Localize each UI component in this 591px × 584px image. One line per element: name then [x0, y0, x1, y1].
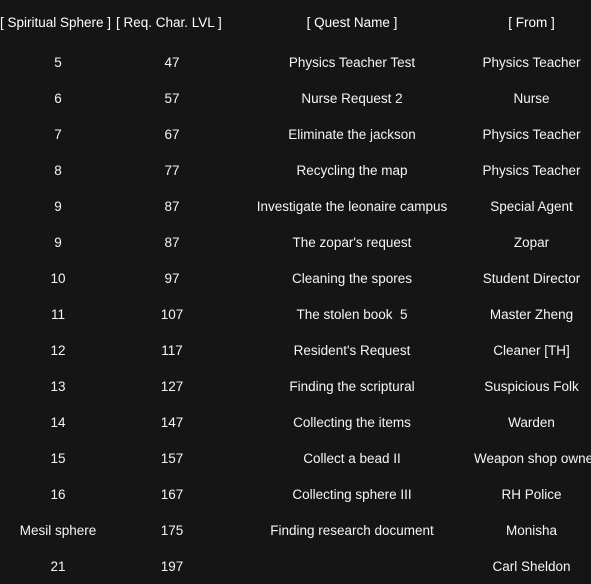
table-row: 10 97 Cleaning the spores Student Director — [0, 260, 591, 296]
cell-quest-name: Resident's Request — [293, 342, 411, 358]
table-row: 7 67 Eliminate the jackson Physics Teacher — [0, 116, 591, 152]
cell-spiritual-sphere: 8 — [54, 162, 62, 178]
cell-req-char-lvl: 77 — [164, 162, 180, 178]
column-header-quest-name: [ Quest Name ] — [306, 14, 398, 30]
cell-from-label: Physics Teacher — [482, 162, 581, 178]
cell-req-char-lvl: 67 — [164, 126, 180, 142]
table-row: 11 107 The stolen book 5 Master Zheng — [0, 296, 591, 332]
cell-from-label: Special Agent — [490, 198, 573, 214]
cell-from: Weapon shop owner — [474, 440, 591, 476]
column-header-from-label: [ From ] — [508, 14, 555, 30]
table-row: 5 47 Physics Teacher Test Physics Teacher — [0, 44, 591, 80]
cell-quest-name: Collecting the items — [293, 414, 411, 430]
cell-spiritual-sphere: Mesil sphere — [19, 522, 97, 538]
cell-req-char-lvl: 87 — [164, 198, 180, 214]
cell-from-label: Warden — [508, 414, 555, 430]
cell-from-label: Nurse — [513, 90, 550, 106]
cell-req-char-lvl: 87 — [164, 234, 180, 250]
cell-spiritual-sphere: 16 — [50, 486, 66, 502]
cell-req-char-lvl: 127 — [160, 378, 184, 394]
cell-req-char-lvl: 167 — [160, 486, 184, 502]
cell-quest-name: Cleaning the spores — [291, 270, 413, 286]
table-row: 13 127 Finding the scriptural Suspicious Fo… — [0, 368, 591, 404]
cell-from-label: Physics Teacher — [482, 54, 581, 70]
cell-from: Warden — [476, 404, 591, 440]
table-row: 9 87 Investigate the leonaire campus Specia… — [0, 188, 591, 224]
cell-from-label: Student Director — [482, 270, 581, 286]
cell-from: Physics Teacher — [476, 44, 591, 80]
cell-req-char-lvl: 107 — [160, 306, 184, 322]
cell-spiritual-sphere: 9 — [54, 198, 62, 214]
cell-req-char-lvl: 97 — [164, 270, 180, 286]
cell-from: Zopar — [476, 224, 591, 260]
cell-spiritual-sphere: 9 — [54, 234, 62, 250]
table-row: 21 197 Carl Sheldon — [0, 548, 591, 584]
table-row: 16 167 Collecting sphere III RH Police — [0, 476, 591, 512]
cell-quest-name: The stolen book 5 — [296, 306, 408, 322]
cell-req-char-lvl: 57 — [164, 90, 180, 106]
cell-req-char-lvl: 157 — [160, 450, 184, 466]
cell-from-label: Weapon shop owner — [474, 450, 591, 466]
column-header-from: [ From ] — [476, 0, 591, 44]
cell-from: Nurse — [476, 80, 591, 116]
cell-quest-name: Recycling the map — [296, 162, 408, 178]
cell-from: Student Director — [476, 260, 591, 296]
cell-quest-name — [228, 548, 476, 584]
cell-spiritual-sphere: 12 — [50, 342, 66, 358]
cell-from-label: Zopar — [513, 234, 550, 250]
cell-spiritual-sphere: 14 — [50, 414, 66, 430]
cell-from: Cleaner [TH] — [476, 332, 591, 368]
cell-spiritual-sphere: 13 — [50, 378, 66, 394]
cell-from: Suspicious Folk — [476, 368, 591, 404]
cell-from: Carl Sheldon — [476, 548, 591, 584]
cell-from-label: Suspicious Folk — [484, 378, 579, 394]
cell-req-char-lvl: 175 — [160, 522, 184, 538]
cell-spiritual-sphere: 7 — [54, 126, 62, 142]
cell-from: Physics Teacher — [476, 152, 591, 188]
cell-from-label: Physics Teacher — [482, 126, 581, 142]
cell-quest-name: Eliminate the jackson — [288, 126, 416, 142]
table-header-row: [ Spiritual Sphere ] [ Req. Char. LVL ] … — [0, 0, 591, 44]
cell-quest-name: Nurse Request 2 — [301, 90, 403, 106]
cell-from: RH Police — [476, 476, 591, 512]
column-header-req-char-lvl: [ Req. Char. LVL ] — [116, 14, 222, 30]
cell-req-char-lvl: 117 — [161, 342, 183, 358]
cell-from-label: RH Police — [501, 486, 562, 502]
cell-quest-name: Collecting sphere III — [292, 486, 412, 502]
cell-from-label: Monisha — [505, 522, 558, 538]
cell-quest-name: Finding research document — [270, 522, 434, 538]
cell-spiritual-sphere: 15 — [50, 450, 66, 466]
cell-quest-name: Collect a bead II — [303, 450, 401, 466]
cell-spiritual-sphere: 6 — [54, 90, 62, 106]
cell-quest-name: The zopar's request — [292, 234, 412, 250]
table-row: 14 147 Collecting the items Warden — [0, 404, 591, 440]
cell-quest-name: Investigate the leonaire campus — [256, 198, 448, 214]
cell-spiritual-sphere: 5 — [54, 54, 62, 70]
table-row: 8 77 Recycling the map Physics Teacher — [0, 152, 591, 188]
table-row: 6 57 Nurse Request 2 Nurse — [0, 80, 591, 116]
cell-spiritual-sphere: 21 — [50, 558, 66, 574]
cell-req-char-lvl: 147 — [160, 414, 184, 430]
quest-table: [ Spiritual Sphere ] [ Req. Char. LVL ] … — [0, 0, 591, 584]
cell-from: Special Agent — [476, 188, 591, 224]
cell-spiritual-sphere: 11 — [50, 306, 65, 322]
cell-from-label: Carl Sheldon — [492, 558, 571, 574]
cell-from-label: Master Zheng — [489, 306, 574, 322]
table-body: 5 47 Physics Teacher Test Physics Teacher 6 5… — [0, 44, 591, 584]
table-row: Mesil sphere 175 Finding research document… — [0, 512, 591, 548]
cell-quest-name: Finding the scriptural — [289, 378, 415, 394]
cell-quest-name: Physics Teacher Test — [288, 54, 416, 70]
table-row: 15 157 Collect a bead II Weapon shop owner — [0, 440, 591, 476]
table-row: 12 117 Resident's Request Cleaner [TH] — [0, 332, 591, 368]
cell-from: Physics Teacher — [476, 116, 591, 152]
cell-from: Master Zheng — [476, 296, 591, 332]
table-row: 9 87 The zopar's request Zopar — [0, 224, 591, 260]
cell-req-char-lvl: 47 — [164, 54, 180, 70]
cell-from: Monisha — [476, 512, 591, 548]
cell-from-label: Cleaner [TH] — [493, 342, 570, 358]
cell-req-char-lvl: 197 — [160, 558, 184, 574]
cell-spiritual-sphere: 10 — [50, 270, 66, 286]
column-header-spiritual-sphere: [ Spiritual Sphere ] — [0, 14, 112, 30]
